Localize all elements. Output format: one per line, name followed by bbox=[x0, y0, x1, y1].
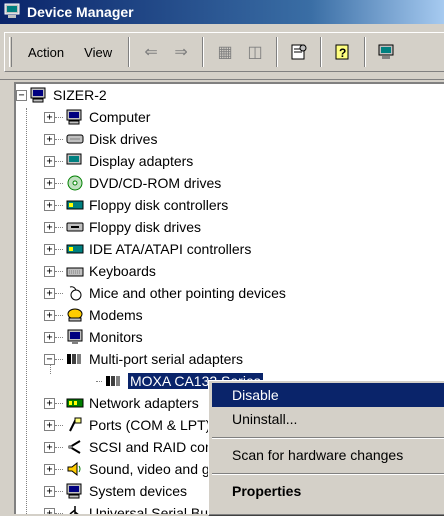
properties-icon[interactable] bbox=[286, 39, 312, 65]
expand-icon[interactable]: + bbox=[44, 287, 55, 299]
context-disable[interactable]: Disable bbox=[212, 383, 444, 407]
menu-action[interactable]: Action bbox=[18, 42, 74, 63]
toolbar-band: Action View ⇐ ⇒ ▦ ◫ ? bbox=[4, 32, 444, 72]
tree-item-floppy-drives[interactable]: + Floppy disk drives bbox=[44, 216, 201, 238]
menu-view[interactable]: View bbox=[74, 42, 122, 63]
scsi-icon bbox=[65, 438, 85, 456]
tree-item-keyboards[interactable]: + Keyboards bbox=[44, 260, 156, 282]
expand-icon[interactable]: + bbox=[44, 111, 55, 123]
tree-item-computer[interactable]: + Computer bbox=[44, 106, 150, 128]
expand-icon[interactable]: + bbox=[44, 419, 55, 431]
tree-item-disk-drives[interactable]: + Disk drives bbox=[44, 128, 157, 150]
toolbar-separator bbox=[276, 37, 279, 67]
mouse-icon bbox=[65, 284, 85, 302]
help-icon[interactable]: ? bbox=[330, 39, 356, 65]
computer-icon bbox=[29, 86, 49, 104]
context-uninstall[interactable]: Uninstall... bbox=[212, 407, 444, 431]
expand-icon[interactable]: + bbox=[44, 441, 55, 453]
tree-item-display-adapters[interactable]: + Display adapters bbox=[44, 150, 193, 172]
tree-item-mice[interactable]: + Mice and other pointing devices bbox=[44, 282, 286, 304]
toolbar-separator bbox=[202, 37, 205, 67]
show-hide-tree-icon[interactable]: ◫ bbox=[242, 39, 268, 65]
expand-icon[interactable]: + bbox=[44, 309, 55, 321]
expand-icon[interactable]: + bbox=[44, 463, 55, 475]
collapse-icon[interactable]: − bbox=[44, 353, 55, 365]
controller-icon bbox=[65, 196, 85, 214]
tree-item-system-devices[interactable]: + System devices bbox=[44, 480, 187, 502]
device-manager-icon bbox=[4, 3, 22, 22]
title-bar: Device Manager bbox=[0, 0, 444, 24]
context-separator bbox=[212, 437, 444, 439]
tree-item-floppy-controllers[interactable]: + Floppy disk controllers bbox=[44, 194, 228, 216]
expand-icon[interactable]: + bbox=[44, 199, 55, 211]
floppy-drive-icon bbox=[65, 218, 85, 236]
expand-icon[interactable]: + bbox=[44, 133, 55, 145]
modem-icon bbox=[65, 306, 85, 324]
context-separator bbox=[212, 473, 444, 475]
tree-item-modems[interactable]: + Modems bbox=[44, 304, 143, 326]
network-adapter-icon bbox=[65, 394, 85, 412]
context-scan-hardware[interactable]: Scan for hardware changes bbox=[212, 443, 444, 467]
context-properties[interactable]: Properties bbox=[212, 479, 444, 503]
tree-item-multiport-serial[interactable]: − Multi-port serial adapters bbox=[44, 348, 243, 370]
expand-icon[interactable]: + bbox=[44, 331, 55, 343]
computer-icon bbox=[65, 482, 85, 500]
tree-connector bbox=[26, 108, 27, 514]
expand-icon[interactable]: + bbox=[44, 221, 55, 233]
expand-icon[interactable]: + bbox=[44, 397, 55, 409]
expand-icon[interactable]: + bbox=[44, 265, 55, 277]
cdrom-icon bbox=[65, 174, 85, 192]
speaker-icon bbox=[65, 460, 85, 478]
monitor-icon bbox=[65, 328, 85, 346]
tree-root[interactable]: − SIZER-2 bbox=[16, 84, 107, 106]
display-adapter-icon bbox=[65, 152, 85, 170]
usb-icon bbox=[65, 504, 85, 514]
serial-adapter-icon bbox=[65, 350, 85, 368]
expand-icon[interactable]: + bbox=[44, 485, 55, 497]
forward-arrow-icon[interactable]: ⇒ bbox=[168, 39, 194, 65]
computer-icon bbox=[65, 108, 85, 126]
tree-item-dvd-cd-rom-drives[interactable]: + DVD/CD-ROM drives bbox=[44, 172, 221, 194]
back-arrow-icon[interactable]: ⇐ bbox=[138, 39, 164, 65]
serial-adapter-icon bbox=[104, 372, 124, 390]
context-menu: Disable Uninstall... Scan for hardware c… bbox=[208, 380, 444, 516]
window-title: Device Manager bbox=[27, 4, 134, 20]
tree-item-network-adapters[interactable]: + Network adapters bbox=[44, 392, 199, 414]
port-icon bbox=[65, 416, 85, 434]
toolbar-grip[interactable] bbox=[9, 37, 12, 67]
controller-icon bbox=[65, 240, 85, 258]
toolbar-separator bbox=[364, 37, 367, 67]
collapse-icon[interactable]: − bbox=[16, 89, 27, 101]
expand-icon[interactable]: + bbox=[44, 507, 55, 514]
tree-root-label: SIZER-2 bbox=[53, 87, 107, 103]
toolbar-separator bbox=[320, 37, 323, 67]
keyboard-icon bbox=[65, 262, 85, 280]
svg-text:?: ? bbox=[339, 46, 346, 60]
tree-item-monitors[interactable]: + Monitors bbox=[44, 326, 143, 348]
expand-icon[interactable]: + bbox=[44, 155, 55, 167]
tree-item-ports[interactable]: + Ports (COM & LPT) bbox=[44, 414, 210, 436]
up-level-icon[interactable]: ▦ bbox=[212, 39, 238, 65]
disk-drive-icon bbox=[65, 130, 85, 148]
menu-toolbar: Action View ⇐ ⇒ ▦ ◫ ? bbox=[0, 24, 444, 80]
scan-hardware-icon[interactable] bbox=[374, 39, 400, 65]
tree-item-ide-controllers[interactable]: + IDE ATA/ATAPI controllers bbox=[44, 238, 251, 260]
expand-icon[interactable]: + bbox=[44, 177, 55, 189]
toolbar-separator bbox=[128, 37, 131, 67]
expand-icon[interactable]: + bbox=[44, 243, 55, 255]
